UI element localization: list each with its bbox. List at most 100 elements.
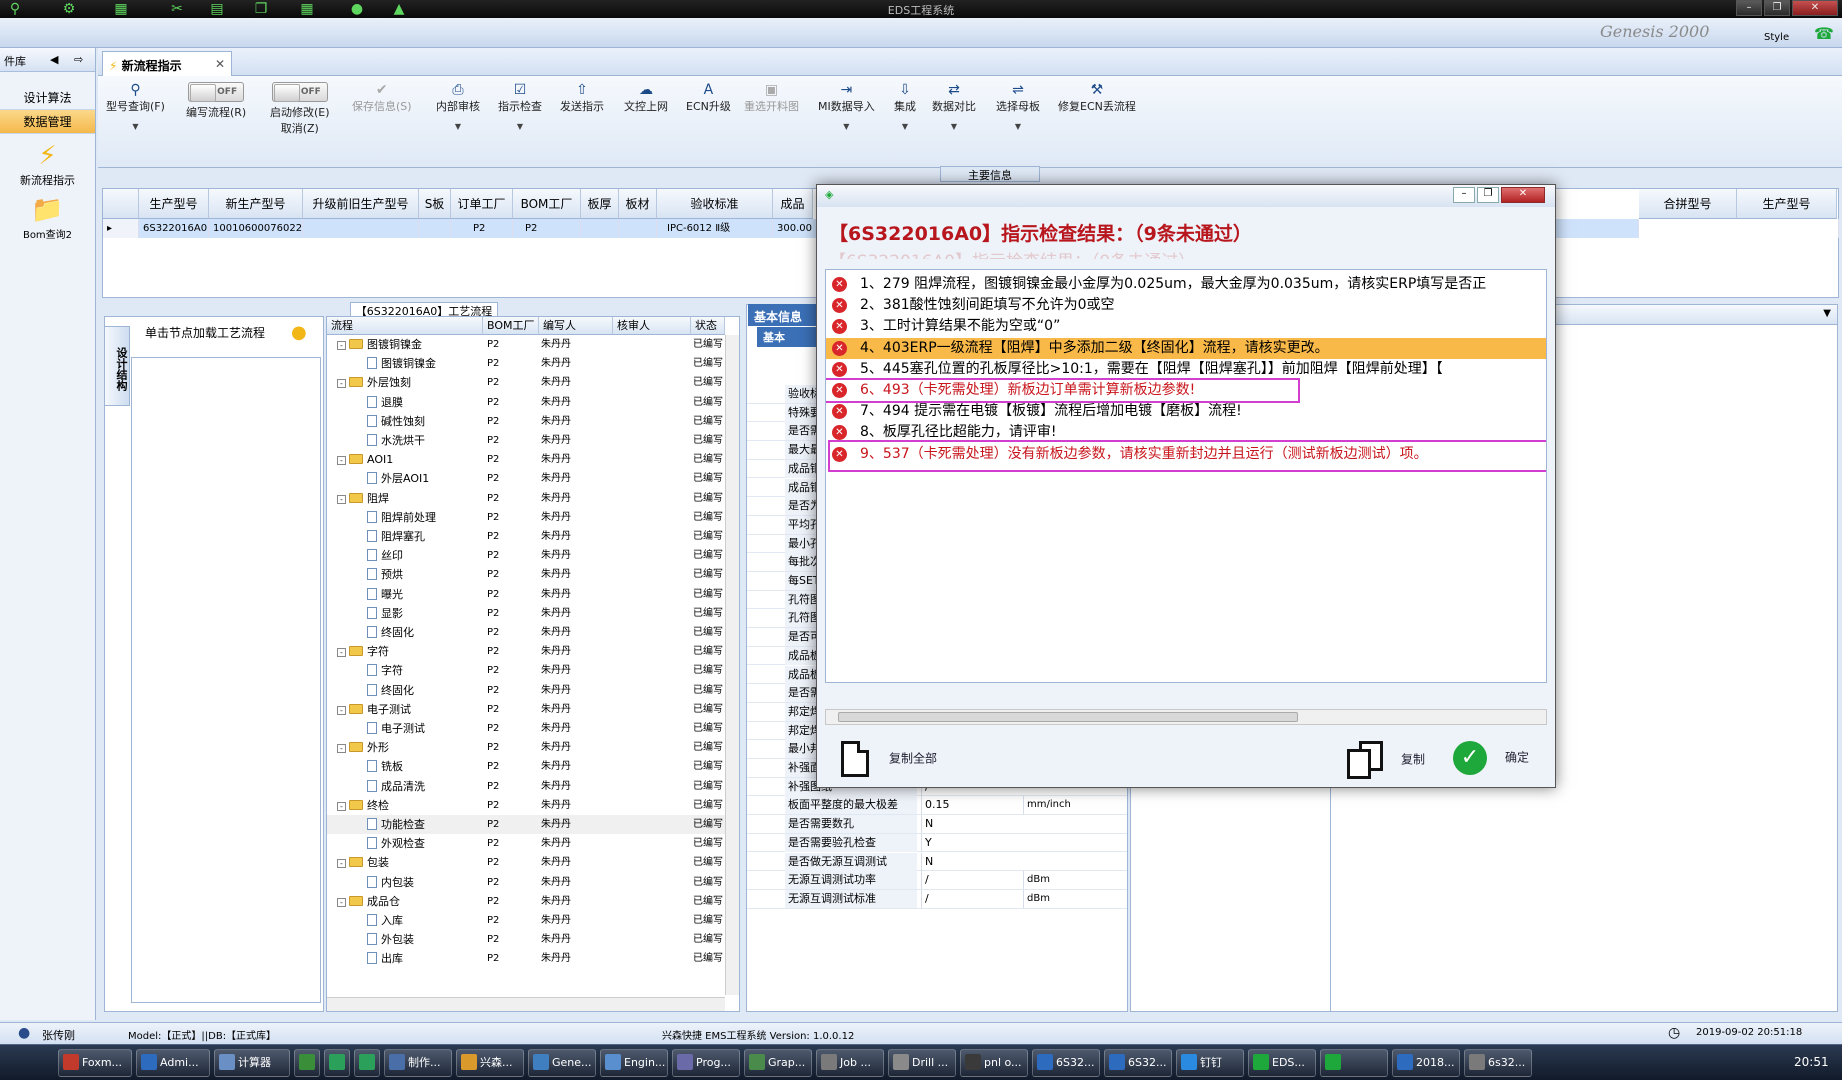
info-row[interactable]: 板面平整度的最大极差 0.15 mm/inch — [747, 796, 1127, 816]
taskbar-button[interactable]: Foxm... — [58, 1049, 132, 1077]
nav-item-data-management[interactable]: 数据管理 — [0, 110, 95, 134]
grid-header[interactable]: BOM工厂 — [513, 189, 581, 219]
tree-row[interactable]: - AOI1 P2 朱丹丹 已编写 — [327, 450, 725, 469]
tree-header[interactable]: 编写人 — [539, 317, 613, 335]
tree-row[interactable]: 成品清洗 P2 朱丹丹 已编写 — [327, 777, 725, 796]
ecn-upgrade-button[interactable]: A ECN升级 — [686, 82, 731, 114]
grid-header[interactable]: 合拼型号 — [1639, 189, 1737, 219]
close-button[interactable]: ✕ — [1792, 0, 1838, 16]
grid-cell[interactable] — [581, 219, 619, 238]
pin-icon[interactable]: ⇨ — [74, 53, 83, 66]
style-menu[interactable]: Style — [1764, 32, 1789, 43]
doc-control-upload-button[interactable]: ☁ 文控上网 — [624, 82, 668, 114]
tree-row[interactable]: 字符 P2 朱丹丹 已编写 — [327, 661, 725, 680]
info-value[interactable]: 0.15 — [921, 796, 1021, 815]
tree-row[interactable]: 外包装 P2 朱丹丹 已编写 — [327, 930, 725, 949]
taskbar-button[interactable] — [1320, 1049, 1388, 1077]
grid-header[interactable]: 板材 — [619, 189, 657, 219]
copy-all-button[interactable]: 复制全部 — [841, 741, 937, 777]
chevron-down-icon[interactable]: ▼ — [932, 122, 976, 131]
start-edit-toggle[interactable]: OFF 启动修改(E) 取消(Z) — [270, 82, 330, 136]
taskbar-button[interactable]: 6S32... — [1032, 1049, 1100, 1077]
tree-row[interactable]: - 终检 P2 朱丹丹 已编写 — [327, 796, 725, 815]
grid-cell[interactable] — [1639, 219, 1839, 238]
grid-cell[interactable] — [419, 219, 451, 238]
chevron-down-icon[interactable]: ▼ — [106, 122, 165, 131]
info-row[interactable]: 是否做无源互调测试 N — [747, 852, 1127, 872]
grid-cell[interactable]: 6S322016A0 — [139, 219, 209, 238]
tab-basic-sub[interactable]: 基本 — [757, 327, 817, 347]
toggle-switch[interactable]: OFF — [188, 82, 245, 102]
chevron-down-icon[interactable]: ▼ — [498, 122, 542, 131]
taskbar-button[interactable]: EDS... — [1248, 1049, 1316, 1077]
repair-ecn-button[interactable]: ⚒ 修复ECN丢流程 — [1058, 82, 1136, 114]
tree-row[interactable]: 水洗烘干 P2 朱丹丹 已编写 — [327, 431, 725, 450]
taskbar-button[interactable]: Engin... — [600, 1049, 668, 1077]
row-indicator-icon[interactable]: ▸ — [103, 219, 139, 238]
chevron-down-icon[interactable]: ▼ — [1823, 308, 1831, 319]
taskbar-button[interactable]: 6S32... — [1104, 1049, 1172, 1077]
collapse-icon[interactable]: - — [337, 494, 346, 504]
info-row[interactable]: 无源互调测试功率 / dBm — [747, 871, 1127, 890]
chevron-down-icon[interactable]: ▼ — [894, 122, 916, 131]
flow-tree[interactable]: - 图镀铜镍金 P2 朱丹丹 已编写 图镀铜镍金 P2 朱丹丹 已编写 - 外层蚀刻 P2 朱丹丹 已编写… — [327, 335, 725, 995]
tab-basic-info[interactable]: 基本信息 — [748, 304, 818, 326]
confirm-button[interactable]: ✓ 确定 — [1453, 741, 1529, 775]
collapse-icon[interactable]: - — [337, 859, 346, 869]
taskbar-button[interactable]: Drill ... — [888, 1049, 956, 1077]
info-value[interactable]: N — [921, 852, 1021, 871]
chevron-left-icon[interactable]: ◀ — [50, 53, 58, 66]
tree-row[interactable]: - 成品仓 P2 朱丹丹 已编写 — [327, 892, 725, 911]
taskbar-button[interactable]: Gene... — [528, 1049, 596, 1077]
taskbar-button[interactable] — [294, 1049, 320, 1077]
tree-header[interactable]: 状态 — [691, 317, 725, 335]
tab-new-flow[interactable]: ⚡ 新流程指示 ✕ — [102, 51, 232, 76]
info-row[interactable]: 是否需要数孔 N — [747, 815, 1127, 834]
tree-row[interactable]: 图镀铜镍金 P2 朱丹丹 已编写 — [327, 354, 725, 373]
grid-header[interactable]: S板 — [419, 189, 451, 219]
chevron-down-icon[interactable]: ▼ — [818, 122, 875, 131]
tree-row[interactable]: - 字符 P2 朱丹丹 已编写 — [327, 642, 725, 661]
tree-row[interactable]: 终固化 P2 朱丹丹 已编写 — [327, 623, 725, 642]
grid-header[interactable]: 板厚 — [581, 189, 619, 219]
mi-import-button[interactable]: ⇥ MI数据导入 ▼ — [818, 82, 875, 131]
grid-header[interactable]: 验收标准 — [657, 189, 773, 219]
structure-tree[interactable] — [131, 357, 321, 1003]
grid-header[interactable]: 生产型号 — [1737, 189, 1837, 219]
grid-header[interactable]: 订单工厂 — [451, 189, 513, 219]
grid-header[interactable]: 生产型号 — [139, 189, 209, 219]
tree-row[interactable]: 电子测试 P2 朱丹丹 已编写 — [327, 719, 725, 738]
check-result-item[interactable]: ✕ 3、工时计算结果不能为空或“0” — [826, 316, 1546, 337]
grid-cell[interactable]: IPC-6012 Ⅱ级 — [657, 219, 773, 238]
chevron-down-icon[interactable]: ▼ — [996, 122, 1040, 131]
internal-review-button[interactable]: ⎙ 内部审核 ▼ — [436, 82, 480, 131]
collapse-icon[interactable]: - — [337, 648, 346, 658]
tree-row[interactable]: 入库 P2 朱丹丹 已编写 — [327, 911, 725, 930]
check-result-item[interactable]: ✕ 7、494 提示需在电镀【板镀】流程后增加电镀【磨板】流程! — [826, 401, 1546, 422]
grid-header[interactable]: 成品 — [773, 189, 813, 219]
tree-row[interactable]: 曝光 P2 朱丹丹 已编写 — [327, 585, 725, 604]
model-query-button[interactable]: ⚲ 型号查询(F) ▼ — [106, 82, 165, 131]
close-tab-icon[interactable]: ✕ — [215, 57, 225, 71]
collapse-icon[interactable]: - — [337, 341, 346, 350]
check-result-item[interactable]: ✕ 4、403ERP一级流程【阻焊】中多添加二级【终固化】流程，请核实更改。 — [826, 337, 1546, 359]
tree-row[interactable]: - 阻焊 P2 朱丹丹 已编写 — [327, 489, 725, 508]
check-result-item[interactable]: ✕ 5、445塞孔位置的孔板厚径比>10:1，需要在【阻焊【阻焊塞孔】】前加阻焊【… — [826, 359, 1546, 380]
grid-header[interactable]: 新生产型号 — [209, 189, 303, 219]
grid-header[interactable]: 升级前旧生产型号 — [303, 189, 419, 219]
minimize-button[interactable]: – — [1736, 0, 1762, 16]
grid-cell[interactable]: P2 — [451, 219, 513, 238]
taskbar-button[interactable]: Prog... — [672, 1049, 740, 1077]
taskbar-button[interactable] — [354, 1049, 380, 1077]
tree-row[interactable]: - 包装 P2 朱丹丹 已编写 — [327, 853, 725, 872]
taskbar-button[interactable]: pnl o... — [960, 1049, 1028, 1077]
taskbar-button[interactable]: 6s32... — [1464, 1049, 1532, 1077]
grid-cell[interactable]: P2 — [513, 219, 581, 238]
grid-cell[interactable] — [619, 219, 657, 238]
taskbar-button[interactable]: 制作... — [384, 1049, 452, 1077]
taskbar-button[interactable]: 2018... — [1392, 1049, 1460, 1077]
taskbar-button[interactable]: 计算器 — [214, 1049, 290, 1077]
collapse-icon[interactable]: - — [337, 379, 346, 389]
tab-design-structure[interactable]: 设计结构 — [104, 326, 130, 406]
tree-row[interactable]: 显影 P2 朱丹丹 已编写 — [327, 604, 725, 623]
